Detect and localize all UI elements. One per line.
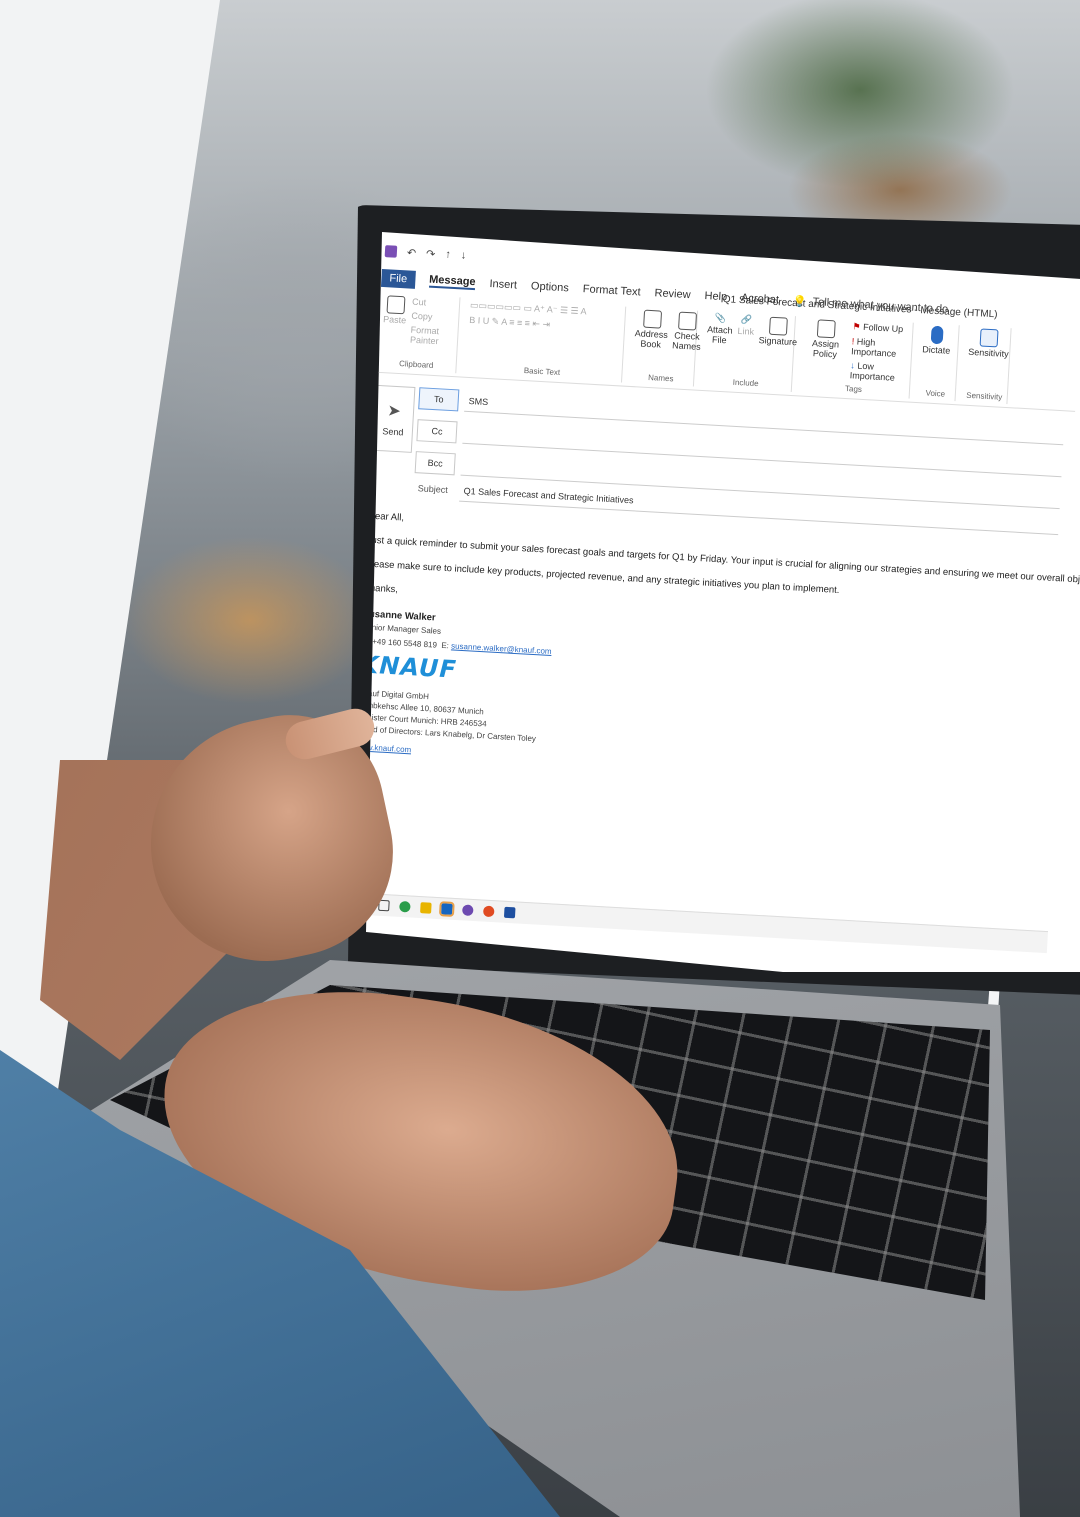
follow-up-button[interactable]: ⚑ Follow Up — [852, 321, 908, 335]
paste-label: Paste — [382, 314, 407, 326]
signature-icon — [769, 316, 789, 336]
signature-board: Board of Directors: Lars Knabelg, Dr Car… — [366, 724, 537, 744]
signature-email-link[interactable]: susanne.walker@knauf.com — [451, 641, 552, 656]
assign-policy-label: Assign Policy — [811, 338, 840, 360]
send-button[interactable]: ➤ Send — [371, 384, 416, 453]
flag-icon: ⚑ — [852, 321, 861, 332]
tab-insert[interactable]: Insert — [489, 278, 517, 292]
tell-me-text: Tell me what you want to do — [812, 296, 949, 316]
down-icon[interactable]: ↓ — [460, 249, 466, 262]
send-label: Send — [382, 426, 404, 438]
high-importance-label: High Importance — [850, 336, 897, 359]
outlook-icon[interactable] — [438, 901, 455, 917]
tab-format-text[interactable]: Format Text — [582, 283, 640, 298]
signature-role: Senior Manager Sales — [366, 622, 442, 636]
policy-icon — [816, 319, 836, 339]
cut-button[interactable]: Cut — [412, 297, 455, 309]
group-sensitivity: Sensitivity Sensitivity — [961, 325, 1012, 405]
phone-value: +49 160 5548 819 — [372, 636, 438, 650]
tab-file[interactable]: File — [380, 268, 416, 289]
dictate-label: Dictate — [922, 344, 951, 356]
low-importance-label: Low Importance — [849, 360, 896, 383]
to-recipient: SMS — [468, 396, 489, 408]
paperclip-icon: 📎 — [714, 312, 727, 324]
address-book-icon — [642, 309, 662, 329]
teams-icon[interactable] — [461, 904, 474, 917]
check-names-label: Check Names — [671, 330, 701, 352]
chrome-icon[interactable] — [482, 905, 495, 918]
high-importance-button[interactable]: ! High Importance — [851, 336, 908, 359]
group-include: 📎 Attach File 🔗 Link Signature Include — [699, 310, 798, 393]
low-importance-button[interactable]: ↓ Low Importance — [850, 360, 907, 383]
word-icon[interactable] — [503, 906, 516, 919]
signature-website-link[interactable]: www.knauf.com — [366, 742, 411, 754]
link-label: Link — [737, 325, 755, 337]
save-icon[interactable] — [384, 245, 398, 258]
outlook-compose-window: ↶ ↷ ↑ ↓ Q1 Sales Forecast and Strategic … — [366, 232, 1080, 972]
clipboard-icon — [385, 295, 405, 315]
edge-icon[interactable] — [399, 900, 411, 913]
up-icon[interactable]: ↑ — [445, 248, 451, 261]
exclamation-icon: ! — [851, 336, 855, 347]
folder-icon[interactable] — [420, 902, 432, 914]
subject-label: Subject — [417, 483, 449, 495]
signature-label: Signature — [758, 335, 798, 348]
signature-name: Susanne Walker — [366, 608, 436, 624]
link-icon: 🔗 — [740, 314, 753, 325]
send-icon: ➤ — [386, 402, 402, 421]
group-label-sensitivity: Sensitivity — [966, 390, 1003, 402]
subject-value: Q1 Sales Forecast and Strategic Initiati… — [463, 485, 634, 506]
tab-acrobat[interactable]: Acrobat — [741, 292, 780, 306]
email-label: E: — [441, 640, 450, 651]
cc-button[interactable]: Cc — [416, 419, 458, 444]
tab-options[interactable]: Options — [531, 280, 570, 294]
group-basic-text: ▭▭▭▭▭▭ ▭ A⁺ A⁻ ☰ ☰ A B I U ✎ A ≡ ≡ ≡ ⇤ ⇥… — [462, 297, 627, 383]
group-label-voice: Voice — [925, 388, 946, 399]
redo-icon[interactable]: ↷ — [426, 247, 436, 260]
font-selector[interactable]: ▭▭▭▭▭▭ ▭ A⁺ A⁻ ☰ ☰ A — [470, 300, 587, 317]
bcc-button[interactable]: Bcc — [414, 451, 456, 476]
group-clipboard: Paste Cut Copy Format Painter Clipboard — [376, 292, 461, 374]
knauf-logo: KNAUF — [366, 650, 458, 684]
tab-message[interactable]: Message — [428, 273, 476, 291]
link-button[interactable]: 🔗 Link — [734, 314, 755, 388]
copy-button[interactable]: Copy — [411, 311, 454, 323]
format-buttons[interactable]: B I U ✎ A ≡ ≡ ≡ ⇤ ⇥ — [469, 315, 586, 332]
signature-company: Knauf Digital GmbH — [366, 688, 430, 702]
follow-up-label: Follow Up — [862, 321, 904, 335]
group-names: Address Book Check Names Names — [627, 306, 701, 387]
undo-icon[interactable]: ↶ — [407, 246, 417, 259]
quick-access-toolbar: ↶ ↷ ↑ ↓ — [384, 245, 467, 263]
tell-me-box[interactable]: 💡 Tell me what you want to do — [793, 294, 949, 316]
group-tags: Assign Policy ⚑ Follow Up ! High Importa… — [797, 316, 914, 399]
group-voice: Dictate Voice — [915, 323, 960, 402]
attach-file-label: Attach File — [706, 324, 733, 346]
check-names-icon — [678, 311, 698, 331]
sensitivity-icon — [979, 328, 999, 348]
to-button[interactable]: To — [418, 387, 460, 412]
microphone-icon — [930, 325, 944, 345]
address-book-label: Address Book — [634, 328, 669, 350]
lightbulb-icon: 💡 — [792, 295, 807, 309]
laptop-screen: ↶ ↷ ↑ ↓ Q1 Sales Forecast and Strategic … — [366, 232, 1080, 972]
format-painter-button[interactable]: Format Painter — [410, 325, 454, 347]
sensitivity-label: Sensitivity — [967, 346, 1009, 360]
down-arrow-icon: ↓ — [850, 360, 856, 371]
tab-help[interactable]: Help — [704, 290, 727, 303]
tab-review[interactable]: Review — [654, 287, 691, 301]
